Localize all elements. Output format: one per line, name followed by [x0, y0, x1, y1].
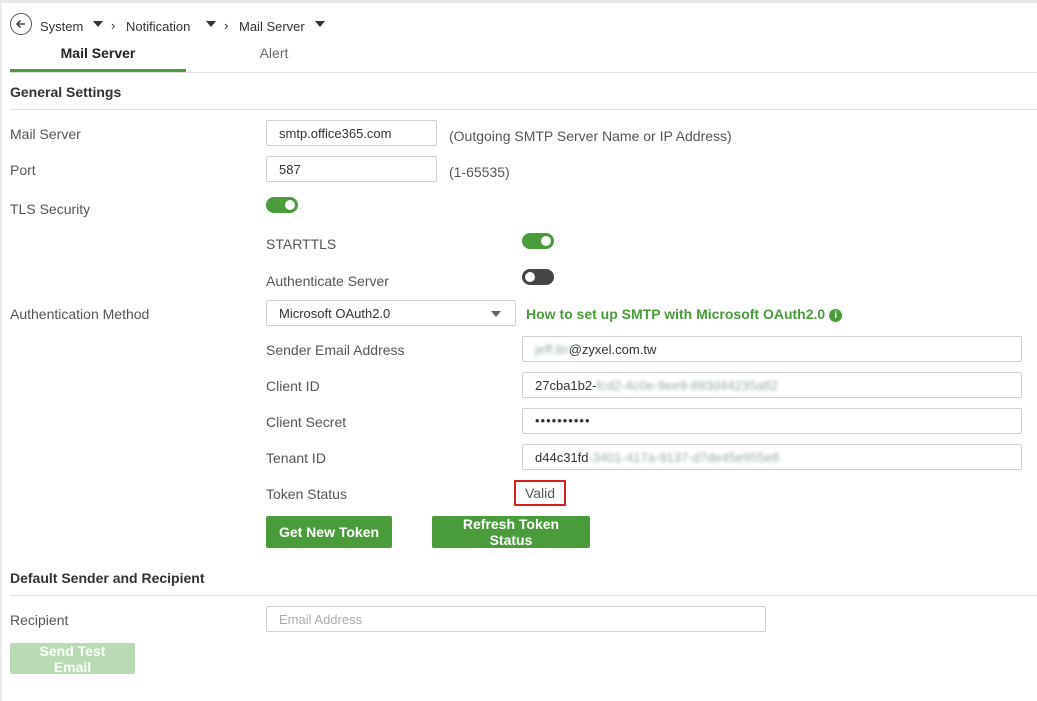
- mail-server-input[interactable]: [266, 120, 437, 146]
- port-label: Port: [10, 162, 36, 178]
- recipient-label: Recipient: [10, 612, 69, 628]
- authenticate-server-label: Authenticate Server: [266, 273, 389, 289]
- chevron-right-icon: ›: [111, 18, 116, 33]
- token-status-label: Token Status: [266, 486, 347, 502]
- recipient-input[interactable]: [266, 606, 766, 632]
- authentication-method-label: Authentication Method: [10, 306, 150, 322]
- tab-mail-server[interactable]: Mail Server: [10, 45, 186, 61]
- info-icon[interactable]: i: [829, 309, 843, 322]
- tenant-id-blurred: -3401-417a-9137-d7de45e955e8: [588, 450, 780, 465]
- client-secret-value: ••••••••••: [535, 413, 591, 428]
- authentication-method-value: Microsoft OAuth2.0: [279, 306, 391, 321]
- breadcrumb-notification[interactable]: Notification: [126, 19, 190, 34]
- client-id-input[interactable]: 27cba1b2-fcd2-4c0e-9ee9-893d44235a82: [522, 372, 1022, 398]
- client-id-blurred: fcd2-4c0e-9ee9-893d44235a82: [596, 378, 778, 393]
- section-divider: [10, 109, 1037, 110]
- starttls-toggle[interactable]: [522, 233, 554, 249]
- tenant-id-label: Tenant ID: [266, 450, 326, 466]
- back-icon[interactable]: [10, 13, 32, 35]
- send-test-email-button[interactable]: Send Test Email: [10, 643, 135, 675]
- section-title-defaults: Default Sender and Recipient: [10, 570, 205, 586]
- oauth-help-link[interactable]: How to set up SMTP with Microsoft OAuth2…: [526, 306, 843, 322]
- client-secret-label: Client Secret: [266, 414, 347, 430]
- mail-server-label: Mail Server: [10, 126, 81, 142]
- toggle-knob: [541, 236, 551, 246]
- authenticate-server-toggle[interactable]: [522, 269, 554, 285]
- client-id-value: 27cba1b2-: [535, 378, 597, 393]
- oauth-help-link-text: How to set up SMTP with Microsoft OAuth2…: [526, 306, 826, 322]
- mail-server-hint: (Outgoing SMTP Server Name or IP Address…: [449, 128, 732, 144]
- caret-down-icon[interactable]: [93, 21, 103, 27]
- get-new-token-button[interactable]: Get New Token: [266, 516, 392, 548]
- chevron-right-icon: ›: [224, 18, 229, 33]
- tenant-id-input[interactable]: d44c31fd-3401-417a-9137-d7de45e955e8: [522, 444, 1022, 470]
- section-divider: [10, 595, 1037, 596]
- top-border: [0, 0, 1037, 3]
- tab-alert[interactable]: Alert: [186, 45, 362, 61]
- left-border: [0, 3, 2, 701]
- toggle-knob: [525, 272, 535, 282]
- breadcrumb-mail-server[interactable]: Mail Server: [239, 19, 305, 34]
- starttls-label: STARTTLS: [266, 236, 337, 252]
- tls-security-label: TLS Security: [10, 201, 91, 217]
- sender-email-blurred: jeff.lin: [535, 342, 569, 357]
- port-input[interactable]: [266, 156, 437, 182]
- port-hint: (1-65535): [449, 164, 510, 180]
- token-status-value: Valid: [514, 480, 566, 506]
- client-id-label: Client ID: [266, 378, 320, 394]
- sender-email-label: Sender Email Address: [266, 342, 405, 358]
- section-title-general: General Settings: [10, 84, 122, 100]
- client-secret-input[interactable]: ••••••••••: [522, 408, 1022, 434]
- caret-down-icon: [491, 311, 501, 317]
- tenant-id-value: d44c31fd: [535, 450, 589, 465]
- tls-security-toggle[interactable]: [266, 197, 298, 213]
- caret-down-icon[interactable]: [315, 21, 325, 27]
- sender-email-input[interactable]: jeff.lin@zyxel.com.tw: [522, 336, 1022, 362]
- authentication-method-select[interactable]: Microsoft OAuth2.0: [266, 300, 516, 326]
- caret-down-icon[interactable]: [206, 21, 216, 27]
- breadcrumb-system[interactable]: System: [40, 19, 83, 34]
- refresh-token-status-button[interactable]: Refresh Token Status: [432, 516, 590, 548]
- sender-email-domain: @zyxel.com.tw: [568, 342, 657, 357]
- toggle-knob: [285, 200, 295, 210]
- tab-divider: [10, 72, 1037, 73]
